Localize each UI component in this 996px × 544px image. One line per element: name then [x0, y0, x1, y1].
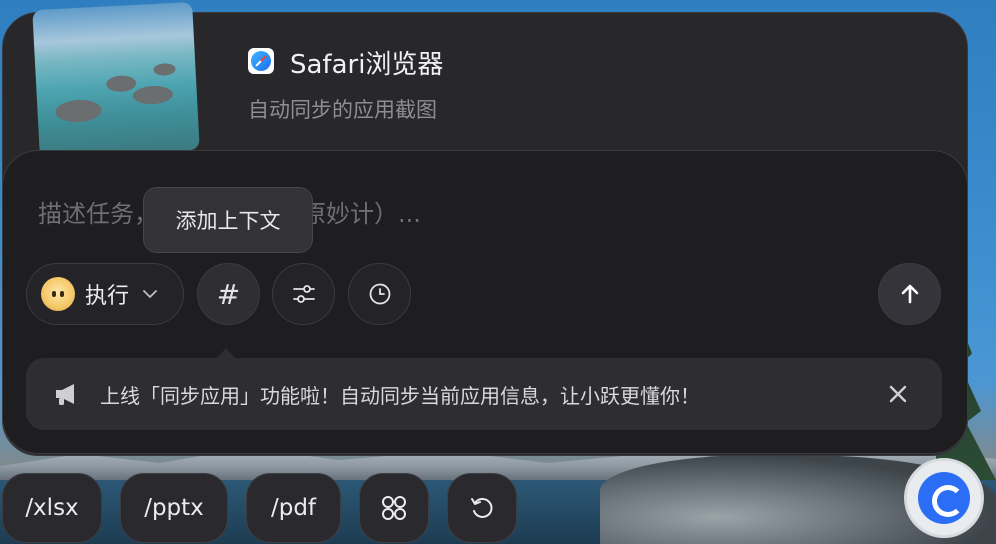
feature-notice-banner: 上线「同步应用」功能啦！自动同步当前应用信息，让小跃更懂你！ — [26, 358, 942, 430]
xlsx-skill-chip[interactable]: /xlsx — [2, 473, 102, 543]
assistant-logo-icon — [918, 472, 970, 524]
app-title: Safari浏览器 — [290, 50, 444, 80]
thumbnail-rock — [55, 98, 103, 124]
history-button[interactable] — [447, 473, 517, 543]
thumbnail-rock — [105, 74, 137, 93]
clock-icon — [368, 282, 392, 306]
safari-compass-icon — [248, 48, 274, 74]
notice-text: 上线「同步应用」功能啦！自动同步当前应用信息，让小跃更懂你！ — [100, 383, 700, 408]
megaphone-icon — [54, 382, 82, 406]
app-subtitle: 自动同步的应用截图 — [248, 98, 437, 122]
mode-selector-button[interactable]: 执行 — [26, 263, 184, 325]
thumbnail-rock — [132, 85, 174, 106]
assistant-launcher-button[interactable] — [904, 458, 984, 538]
pptx-skill-chip[interactable]: /pptx — [120, 473, 228, 543]
close-icon[interactable] — [884, 380, 912, 408]
undo-icon — [469, 495, 495, 521]
sliders-icon — [292, 283, 316, 305]
grid-icon — [380, 494, 408, 522]
arrow-up-icon — [899, 283, 921, 305]
send-button[interactable] — [878, 263, 941, 325]
mode-label: 执行 — [85, 284, 130, 309]
hash-icon: # — [216, 277, 241, 311]
thumbnail-rock — [153, 62, 176, 77]
star-mascot-icon — [41, 277, 75, 311]
add-context-tooltip: 添加上下文 — [143, 187, 313, 253]
pdf-skill-chip[interactable]: /pdf — [246, 473, 341, 543]
more-skills-button[interactable] — [359, 473, 429, 543]
schedule-button[interactable] — [348, 263, 411, 325]
settings-button[interactable] — [272, 263, 335, 325]
chevron-down-icon — [143, 289, 157, 299]
add-context-button[interactable]: # — [197, 263, 260, 325]
app-screenshot-thumbnail[interactable] — [32, 1, 200, 159]
